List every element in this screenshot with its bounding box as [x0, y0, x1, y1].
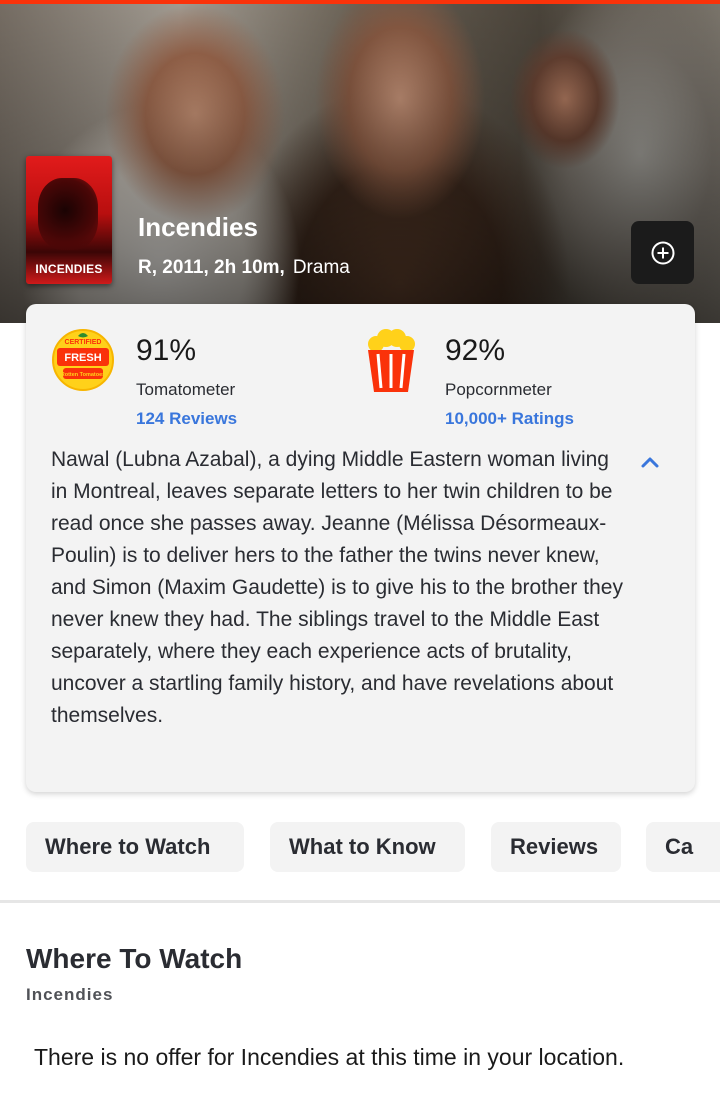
popcornmeter-label: Popcornmeter	[445, 380, 552, 399]
tab-where-to-watch[interactable]: Where to Watch	[26, 822, 244, 872]
popcorn-bucket-icon	[368, 329, 415, 392]
popcornmeter-percent: 92%	[445, 334, 506, 367]
poster-title: INCENDIES	[35, 262, 103, 276]
movie-poster[interactable]: INCENDIES	[26, 156, 112, 284]
plus-circle-icon	[651, 241, 674, 264]
section-divider	[0, 900, 720, 903]
where-to-watch-subtitle: Incendies	[26, 985, 114, 1004]
certified-fresh-icon: CERTIFIED FRESH Rotten Tomatoes	[52, 329, 114, 391]
movie-meta: R, 2011, 2h 10m, Drama	[138, 257, 350, 279]
tab-cast[interactable]: Ca	[646, 822, 720, 872]
top-accent-bar	[0, 0, 720, 4]
where-to-watch-heading: Where To Watch	[26, 943, 243, 974]
tab-reviews[interactable]: Reviews	[491, 822, 621, 872]
badge-bottom-text: Rotten Tomatoes	[61, 372, 106, 378]
poster-art	[38, 178, 98, 250]
movie-title: Incendies	[138, 212, 258, 242]
movie-rating-year-runtime: R, 2011, 2h 10m,	[138, 257, 285, 278]
tab-what-to-know[interactable]: What to Know	[270, 822, 465, 872]
tomatometer-label: Tomatometer	[136, 380, 236, 399]
section-tab-bar: Where to Watch What to Know Reviews Ca	[26, 822, 720, 872]
tomatometer-percent: 91%	[136, 334, 197, 367]
tomatometer-review-count-link[interactable]: 124 Reviews	[136, 409, 237, 429]
no-offer-message: There is no offer for Incendies at this …	[34, 1044, 625, 1070]
add-to-watchlist-button[interactable]	[631, 221, 694, 284]
movie-synopsis: Nawal (Lubna Azabal), a dying Middle Eas…	[51, 448, 623, 727]
chevron-up-icon[interactable]	[638, 450, 662, 474]
badge-top-text: CERTIFIED	[65, 339, 102, 346]
popcornmeter-rating-count-link[interactable]: 10,000+ Ratings	[445, 409, 574, 429]
score-card: CERTIFIED FRESH Rotten Tomatoes 91% Toma…	[26, 304, 695, 792]
movie-genre: Drama	[292, 257, 350, 278]
badge-main-text: FRESH	[64, 352, 101, 364]
